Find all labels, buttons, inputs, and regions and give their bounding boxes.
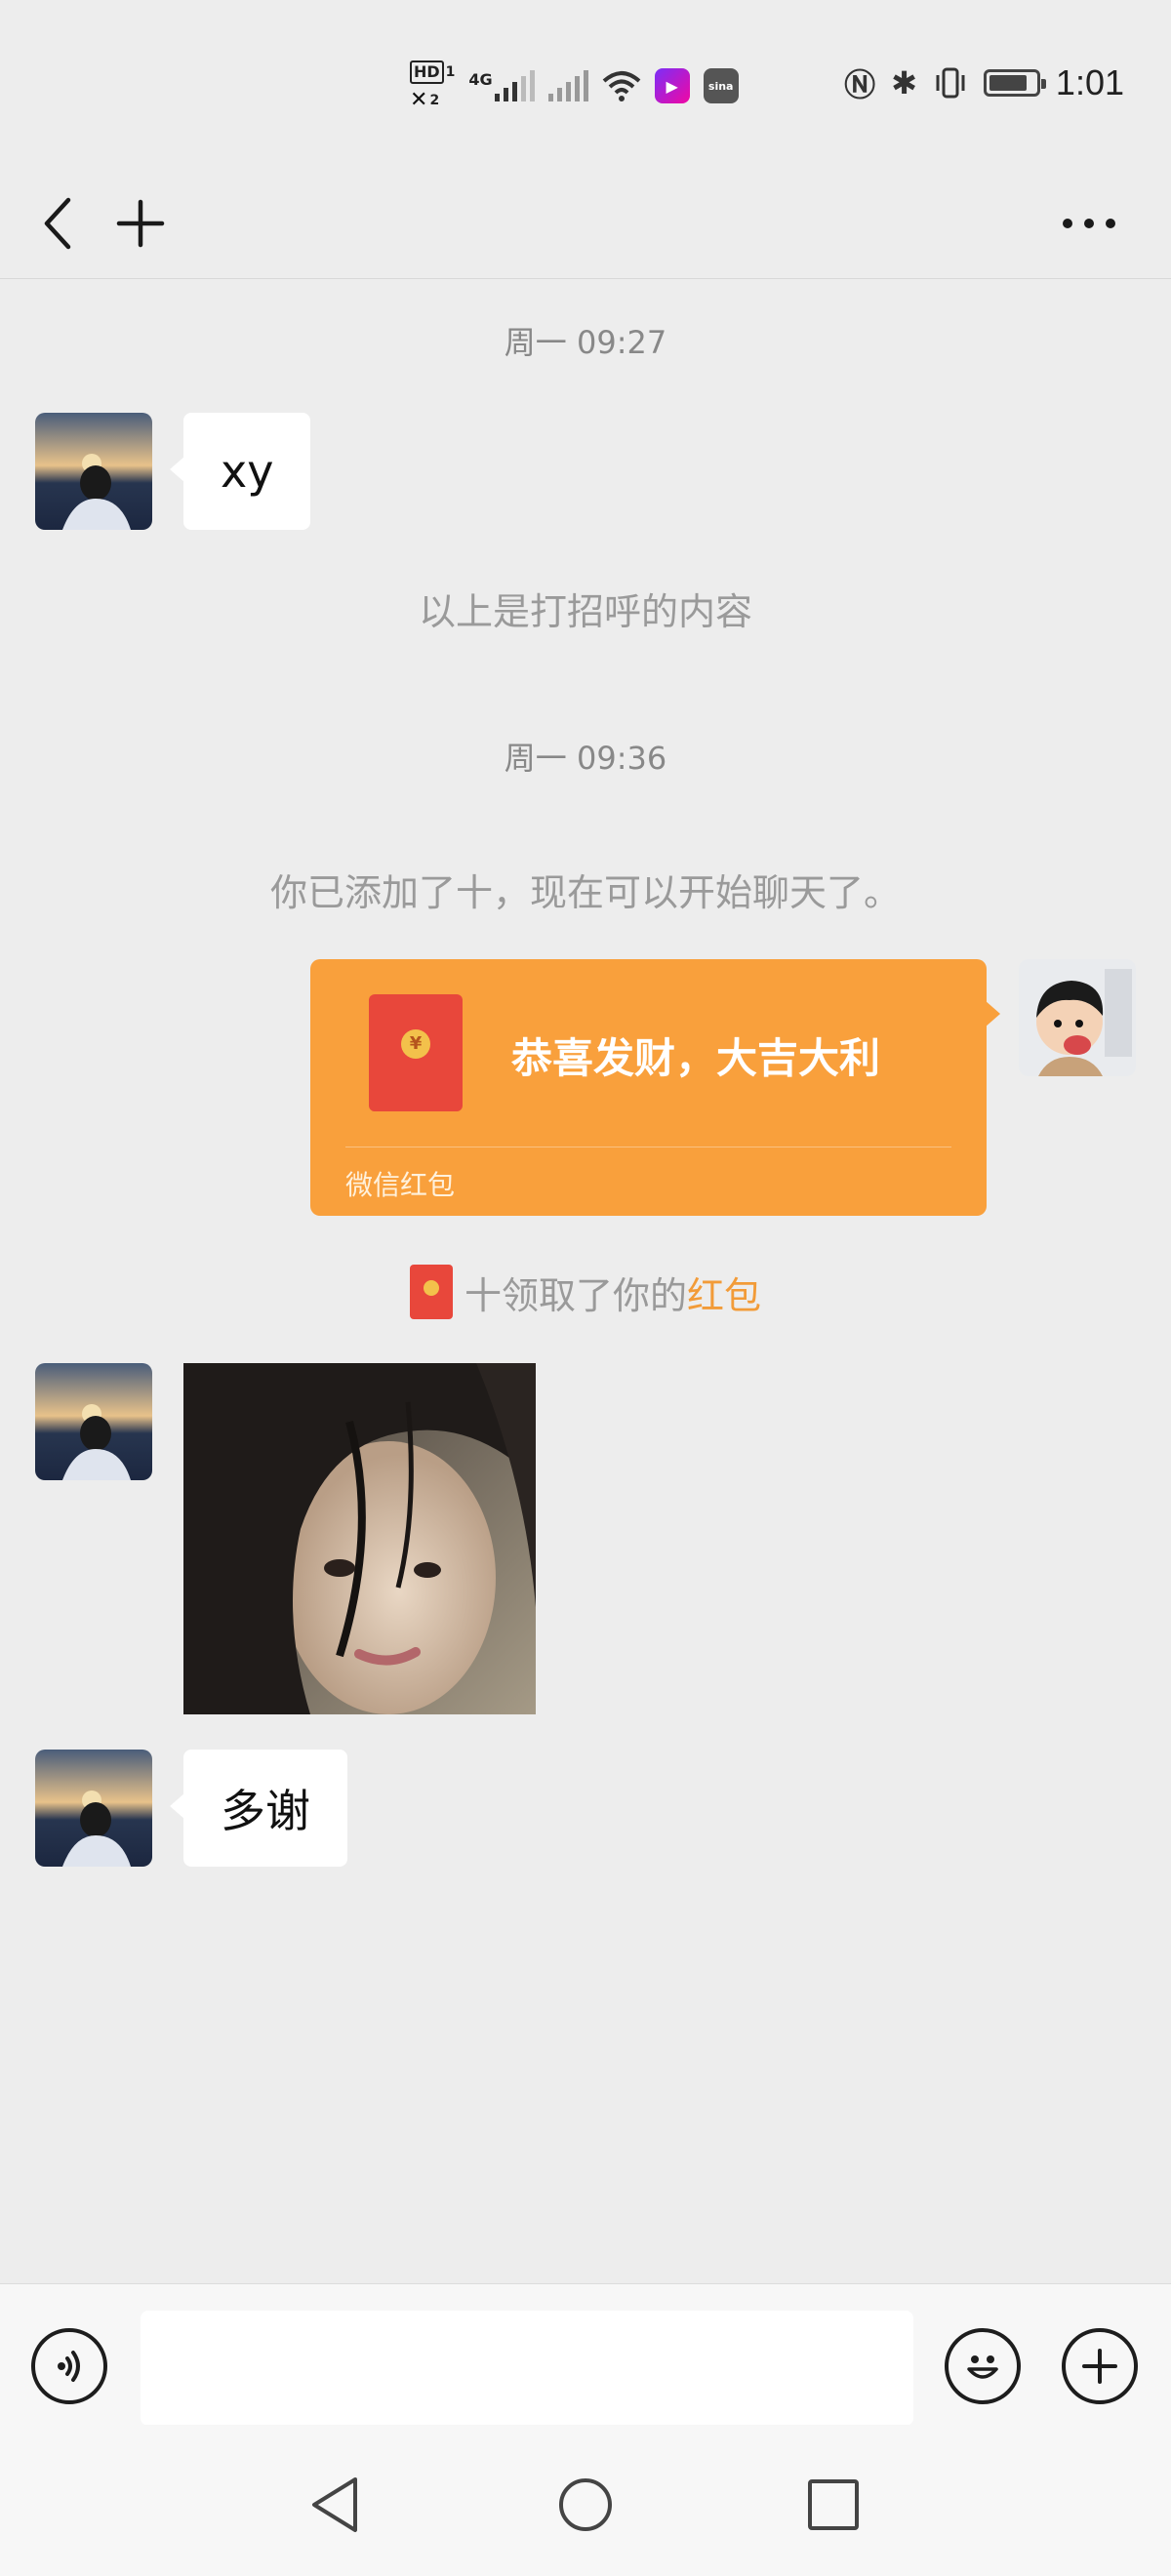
- plus-icon: [116, 199, 165, 248]
- message-bubble-3[interactable]: 多谢: [170, 1750, 347, 1867]
- nav-home-icon[interactable]: [556, 2475, 615, 2534]
- status-bar: HD 1 ✕ 2 4G ▶ sina Ⓝ ✱ 1:01: [0, 0, 1171, 171]
- message-text: xy: [221, 445, 274, 498]
- nav-back-icon[interactable]: [308, 2475, 363, 2534]
- red-packet-footer: 微信红包: [345, 1169, 456, 1201]
- chevron-left-icon: [44, 197, 71, 250]
- back-button[interactable]: [27, 192, 90, 255]
- more-functions-button[interactable]: [1062, 2328, 1138, 2404]
- input-bar: [0, 2283, 1171, 2426]
- red-packet-title: 恭喜发财，大吉大利: [511, 1034, 881, 1082]
- vibrate-icon: [936, 67, 965, 99]
- red-packet-received-notice: 十领取了你的 红包: [0, 1265, 1171, 1319]
- contact-avatar[interactable]: [35, 413, 152, 530]
- more-button[interactable]: [1054, 192, 1124, 255]
- image-message[interactable]: [183, 1363, 536, 1714]
- message-bubble-1[interactable]: xy: [169, 413, 311, 530]
- emoji-icon: [967, 2355, 998, 2379]
- no-call-icon: ✕: [410, 88, 428, 112]
- clock: 1:01: [1055, 62, 1124, 102]
- notice-text: 十领取了你的: [464, 1273, 687, 1317]
- signal-1: 4G: [468, 70, 535, 101]
- message-input[interactable]: [141, 2311, 913, 2426]
- sim1-label: 1: [445, 64, 456, 80]
- red-packet-small-icon: [409, 1265, 453, 1319]
- coin-icon: ¥: [401, 1029, 430, 1059]
- sim2-label: 2: [429, 93, 440, 108]
- signal-bars-icon: [494, 70, 535, 101]
- my-avatar[interactable]: [1019, 959, 1136, 1076]
- sina-app-icon: sina: [703, 68, 739, 103]
- system-navigation-bar: [0, 2425, 1171, 2576]
- status-bar-left-icons: HD 1 ✕ 2 4G ▶ sina: [410, 59, 739, 113]
- system-message-added: 你已添加了十，现在可以开始聊天了。: [269, 871, 901, 914]
- wifi-icon: [602, 71, 641, 101]
- add-button[interactable]: [109, 192, 172, 255]
- nfc-icon: Ⓝ: [844, 66, 876, 103]
- voice-button[interactable]: [31, 2328, 107, 2404]
- more-horizontal-icon: [1063, 219, 1115, 228]
- bluetooth-icon: ✱: [891, 64, 917, 101]
- contact-avatar[interactable]: [35, 1750, 152, 1867]
- system-message-greeting: 以上是打招呼的内容: [418, 590, 752, 633]
- chat-timestamp-2: 周一 09:36: [504, 740, 667, 777]
- voice-icon: [58, 2351, 80, 2382]
- nav-recents-icon[interactable]: [806, 2477, 861, 2532]
- hd-badge: HD: [410, 60, 444, 84]
- signal-bars-2-icon: [547, 70, 588, 101]
- network-type: 4G: [468, 70, 493, 89]
- chat-timestamp-1: 周一 09:27: [504, 324, 667, 361]
- chat-header: [0, 171, 1171, 279]
- sim-indicators: HD 1 ✕ 2: [410, 60, 455, 111]
- red-packet-message[interactable]: ¥ 恭喜发财，大吉大利 微信红包: [310, 959, 1000, 1216]
- plus-circle-icon: [1082, 2349, 1117, 2384]
- video-app-icon: ▶: [654, 68, 690, 103]
- status-bar-right: Ⓝ ✱ 1:01: [844, 60, 1124, 105]
- notice-red-packet-link[interactable]: 红包: [687, 1266, 761, 1319]
- emoji-button[interactable]: [945, 2328, 1021, 2404]
- message-text: 多谢: [221, 1785, 310, 1837]
- battery-icon: [983, 69, 1046, 97]
- red-envelope-icon: ¥: [369, 994, 463, 1111]
- contact-avatar[interactable]: [35, 1363, 152, 1480]
